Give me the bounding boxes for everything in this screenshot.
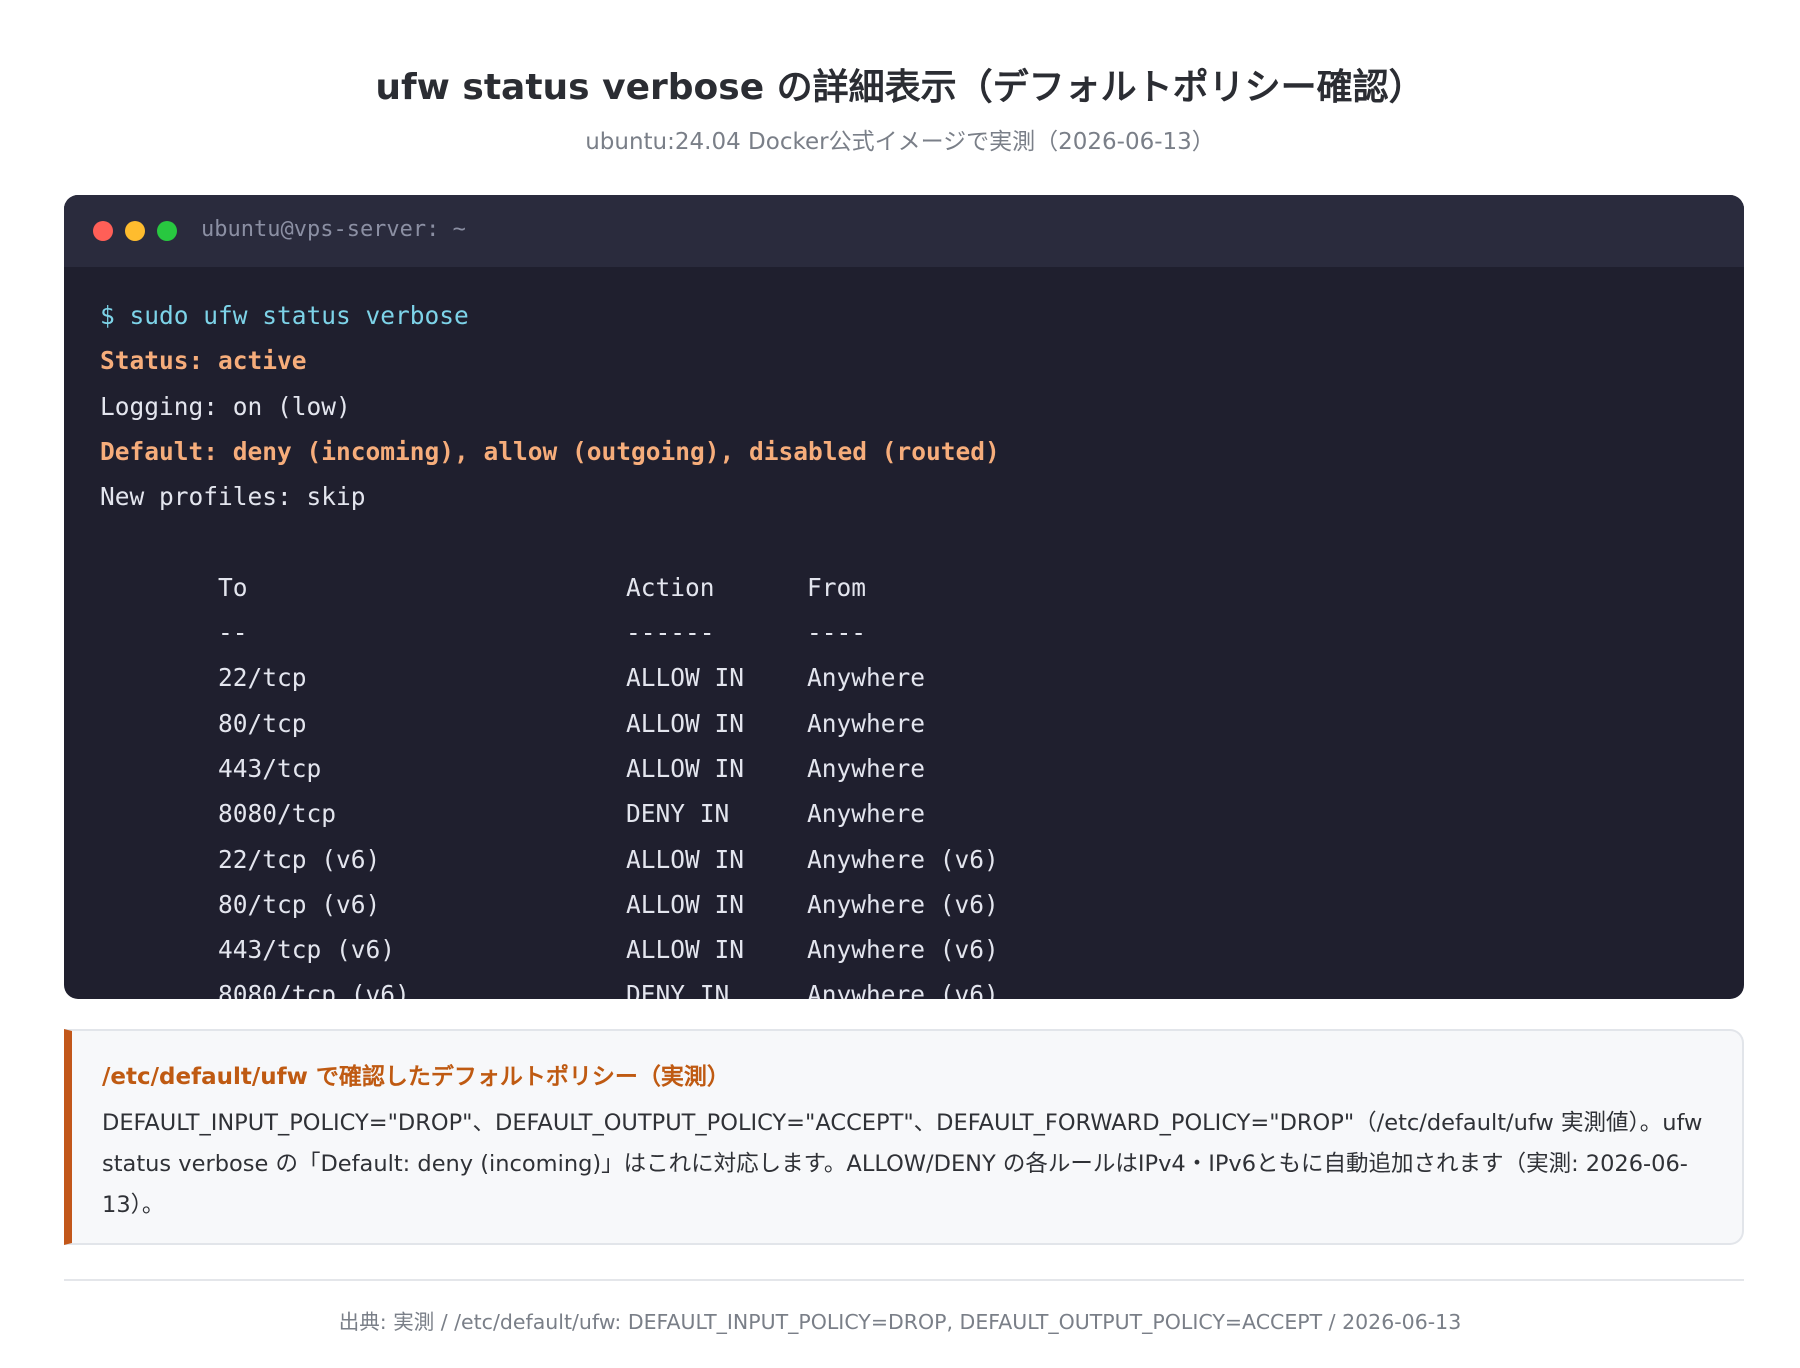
rule-to: 22/tcp (v6): [218, 844, 381, 874]
rule-action: ALLOW IN: [626, 753, 745, 783]
rule-from: Anywhere (v6): [807, 935, 999, 965]
rule-to: 80/tcp: [218, 708, 307, 738]
rule-from: Anywhere: [807, 708, 926, 738]
rule-action: ALLOW IN: [626, 889, 745, 919]
command-line: $ sudo ufw status verbose: [100, 301, 469, 330]
rule-to: 443/tcp (v6): [218, 935, 396, 965]
table-header-row: To Action From: [100, 519, 1724, 602]
page-title: ufw status verbose の詳細表示（デフォルトポリシー確認）: [375, 67, 1425, 108]
rule-action: DENY IN: [626, 799, 730, 829]
header-action: Action: [626, 572, 715, 602]
header-to: To: [218, 572, 248, 602]
rule-to: 443/tcp: [218, 753, 322, 783]
rule-from: Anywhere: [807, 753, 926, 783]
terminal-titlebar: ubuntu@vps-server: ~: [64, 195, 1744, 267]
rule-to: 8080/tcp: [218, 799, 337, 829]
rule-action: ALLOW IN: [626, 844, 745, 874]
terminal-output: $ sudo ufw status verbose Status: active…: [100, 293, 1724, 999]
rule-from: Anywhere (v6): [807, 844, 999, 874]
footer-divider: [64, 1279, 1744, 1281]
terminal-title: ubuntu@vps-server: ~: [201, 217, 466, 242]
separator-from: ----: [807, 618, 867, 648]
rule-from: Anywhere (v6): [807, 980, 999, 999]
minimize-window-icon[interactable]: [125, 221, 145, 241]
rule-from: Anywhere: [807, 799, 926, 829]
source-footer: 出典: 実測 / /etc/default/ufw: DEFAULT_INPUT…: [338, 1310, 1462, 1334]
rule-from: Anywhere: [807, 663, 926, 693]
note-body: DEFAULT_INPUT_POLICY="DROP"、DEFAULT_OUTP…: [102, 1110, 1703, 1218]
status-line: Status: active: [100, 346, 307, 376]
default-policy-line: Default: deny (incoming), allow (outgoin…: [100, 436, 1000, 466]
rule-action: DENY IN: [626, 980, 730, 999]
rule-action: ALLOW IN: [626, 935, 745, 965]
rule-action: ALLOW IN: [626, 663, 745, 693]
rule-action: ALLOW IN: [626, 708, 745, 738]
page-subtitle: ubuntu:24.04 Docker公式イメージで実測（2026-06-13）: [585, 129, 1215, 155]
rule-to: 22/tcp: [218, 663, 307, 693]
rule-from: Anywhere (v6): [807, 889, 999, 919]
logging-line: Logging: on (low): [100, 391, 351, 421]
close-window-icon[interactable]: [93, 221, 113, 241]
separator-to: --: [218, 618, 248, 648]
policy-note: /etc/default/ufw で確認したデフォルトポリシー（実測） DEFA…: [64, 1029, 1744, 1245]
header-from: From: [807, 572, 867, 602]
page: ufw status verbose の詳細表示（デフォルトポリシー確認） ub…: [0, 0, 1800, 1368]
note-title: /etc/default/ufw で確認したデフォルトポリシー（実測）: [102, 1064, 730, 1090]
rule-to: 8080/tcp (v6): [218, 980, 410, 999]
separator-action: ------: [626, 618, 715, 648]
maximize-window-icon[interactable]: [157, 221, 177, 241]
rule-to: 80/tcp (v6): [218, 889, 381, 919]
terminal-window[interactable]: ubuntu@vps-server: ~ $ sudo ufw status v…: [64, 195, 1744, 999]
profiles-line: New profiles: skip: [100, 482, 366, 512]
